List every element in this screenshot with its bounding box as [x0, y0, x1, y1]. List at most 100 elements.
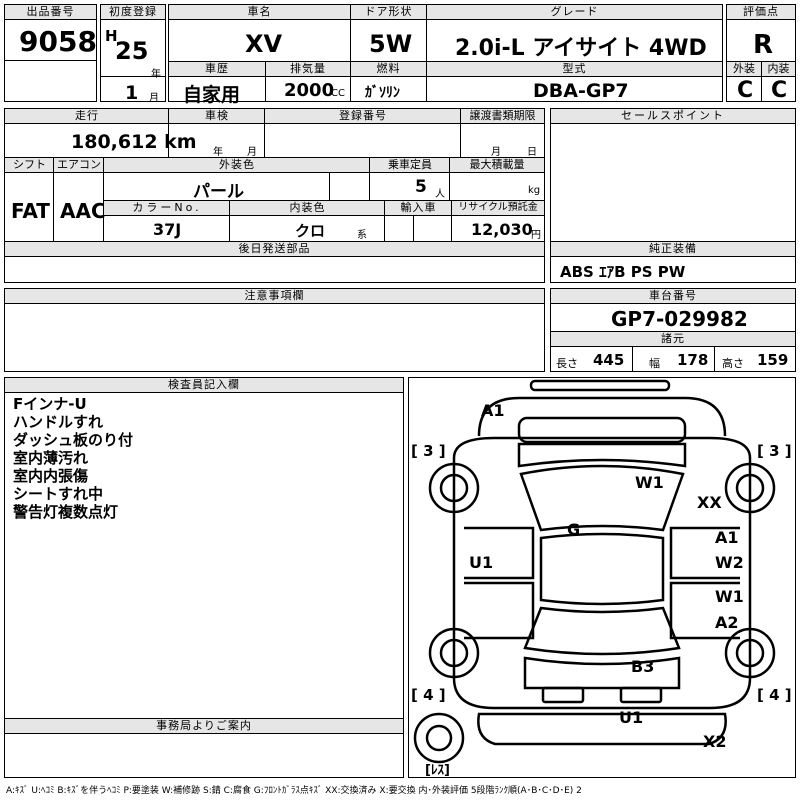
remark-line: シートすれ中 [13, 485, 104, 503]
displacement: 2000 [284, 80, 335, 101]
recycle-deposit-label: リサイクル預託金 [452, 201, 544, 216]
registration-year: 25 [115, 37, 149, 65]
mark-u1-rear: U1 [619, 708, 643, 727]
lot-number-blank [4, 60, 97, 102]
first-registration-label: 初度登録 [101, 5, 165, 20]
mark-g-glass: G [567, 520, 580, 539]
fuel: ｶﾞｿﾘﾝ [365, 85, 400, 101]
width: 178 [677, 351, 709, 369]
fuel-label: 燃料 [351, 62, 426, 77]
equipment-label: 純正装備 [551, 242, 795, 257]
sales-point-box: セールスポイント [550, 108, 796, 242]
remark-line: Fインナ-U [13, 395, 87, 413]
tire-front-left: [ 3 ] [411, 442, 446, 460]
transfer-day-unit: 日 [527, 147, 537, 158]
tire-front-right: [ 3 ] [757, 442, 792, 460]
recycle-deposit: 12,030 [471, 220, 533, 239]
model-label: 型式 [427, 62, 722, 77]
history: 自家用 [183, 84, 241, 106]
office-notice-label: 事務局よりご案内 [5, 719, 403, 734]
grade: 2.0i-L アイサイト 4WD [455, 36, 707, 61]
exterior-grade-label: 外装 [727, 62, 761, 77]
mileage-label: 走行 [5, 109, 169, 124]
chassis-box: 車台番号 GP7-029982 諸元 長さ 445 幅 178 高さ 159 [550, 288, 796, 372]
grade-label: グレード [427, 5, 722, 20]
car-name-label: 車名 [169, 5, 350, 20]
year-unit: 年 [151, 69, 161, 80]
registration-number-label: 登録番号 [265, 109, 461, 124]
mark-a1-front: A1 [481, 401, 505, 420]
score: R [753, 30, 774, 60]
model-box: 型式 DBA-GP7 [426, 61, 723, 102]
equipment-box: 純正装備 ABS ｴｱB PS PW [550, 241, 796, 283]
remark-line: 室内内張傷 [13, 467, 89, 485]
shift: FAT [11, 199, 50, 223]
lot-number: 9058 [19, 25, 97, 58]
height: 159 [757, 351, 789, 369]
first-registration-box: 初度登録 H 25 年 1 月 [100, 4, 166, 104]
lot-number-box: 出品番号 9058 [4, 4, 97, 61]
mark-w2-right: W2 [715, 553, 744, 572]
displacement-unit: CC [331, 88, 345, 99]
damage-legend: A:ｷｽﾞ U:ﾍｺﾐ B:ｷｽﾞを伴うﾍｺﾐ P:要塗装 W:補修跡 S:錆 … [6, 786, 582, 796]
displacement-label: 排気量 [266, 62, 350, 77]
length: 445 [593, 351, 625, 369]
month-unit: 月 [149, 93, 159, 104]
shift-label: シフト [5, 158, 54, 173]
tire-rear-right: [ 4 ] [757, 686, 792, 704]
inspector-remarks-box: 検査員記入欄 Fインナ-U ハンドルすれ ダッシュ板のり付 室内薄汚れ 室内内張… [4, 377, 404, 719]
interior-color: クロ [295, 222, 326, 240]
door-box: ドア形状 5W [350, 4, 427, 62]
car-outline-diagram: A1 W1 XX G U1 A1 W2 W1 A2 B3 U1 X2 [ 3 ]… [411, 379, 792, 777]
spec-label: 諸元 [551, 332, 795, 347]
door-label: ドア形状 [351, 5, 426, 20]
remark-line: ダッシュ板のり付 [13, 431, 134, 449]
history-box: 車歴 自家用 [168, 61, 266, 106]
mark-b3-rear: B3 [631, 657, 654, 676]
height-label: 高さ [722, 357, 744, 370]
interior-color-unit: 系 [357, 230, 367, 241]
interior-color-label: 内装色 [230, 201, 385, 216]
grade-box: グレード 2.0i-L アイサイト 4WD [426, 4, 723, 62]
door-type: 5W [369, 30, 413, 58]
registration-month: 1 [125, 82, 139, 104]
interior-grade-box: 内装 C [761, 61, 796, 103]
aircon-label: エアコン [54, 158, 104, 173]
later-parts-box: 後日発送部品 [4, 241, 545, 283]
recycle-unit: 円 [531, 230, 541, 241]
width-label: 幅 [649, 357, 660, 370]
notes-label: 注意事項欄 [5, 289, 544, 304]
transfer-deadline-label: 譲渡書類期限 [461, 109, 544, 124]
capacity-unit: 人 [435, 189, 445, 200]
score-box: 評価点 R [726, 4, 796, 62]
displacement-box: 排気量 2000 CC [265, 61, 351, 102]
inspector-remarks-label: 検査員記入欄 [5, 378, 403, 393]
mark-w1-roof: W1 [635, 473, 664, 492]
exterior-grade: C [737, 78, 754, 103]
equipment: ABS ｴｱB PS PW [560, 263, 686, 281]
mileage: 180,612 km [71, 131, 197, 153]
exterior-grade-box: 外装 C [726, 61, 762, 103]
transfer-month-unit: 月 [491, 147, 501, 158]
sales-point-label: セールスポイント [551, 109, 795, 124]
chassis-label: 車台番号 [551, 289, 795, 304]
fuel-box: 燃料 ｶﾞｿﾘﾝ [350, 61, 427, 102]
remark-line: 警告灯複数点灯 [13, 503, 119, 521]
inspection-month-unit: 月 [247, 147, 257, 158]
model: DBA-GP7 [533, 80, 629, 102]
lot-number-label: 出品番号 [5, 5, 96, 20]
mark-w1-right: W1 [715, 587, 744, 606]
max-load-label: 最大積載量 [450, 158, 544, 173]
score-label: 評価点 [727, 5, 795, 20]
length-label: 長さ [556, 357, 578, 370]
car-name-box: 車名 XV [168, 4, 351, 62]
color-number: 37J [153, 220, 182, 239]
mark-u1-left: U1 [469, 553, 493, 572]
mark-xx-side: XX [697, 493, 722, 512]
spare-tire: [ﾚｽ] [425, 763, 450, 777]
import-label: 輸入車 [385, 201, 452, 216]
inspection-year-unit: 年 [213, 147, 223, 158]
office-notice-box: 事務局よりご案内 [4, 718, 404, 778]
history-label: 車歴 [169, 62, 265, 77]
tire-rear-left: [ 4 ] [411, 686, 446, 704]
